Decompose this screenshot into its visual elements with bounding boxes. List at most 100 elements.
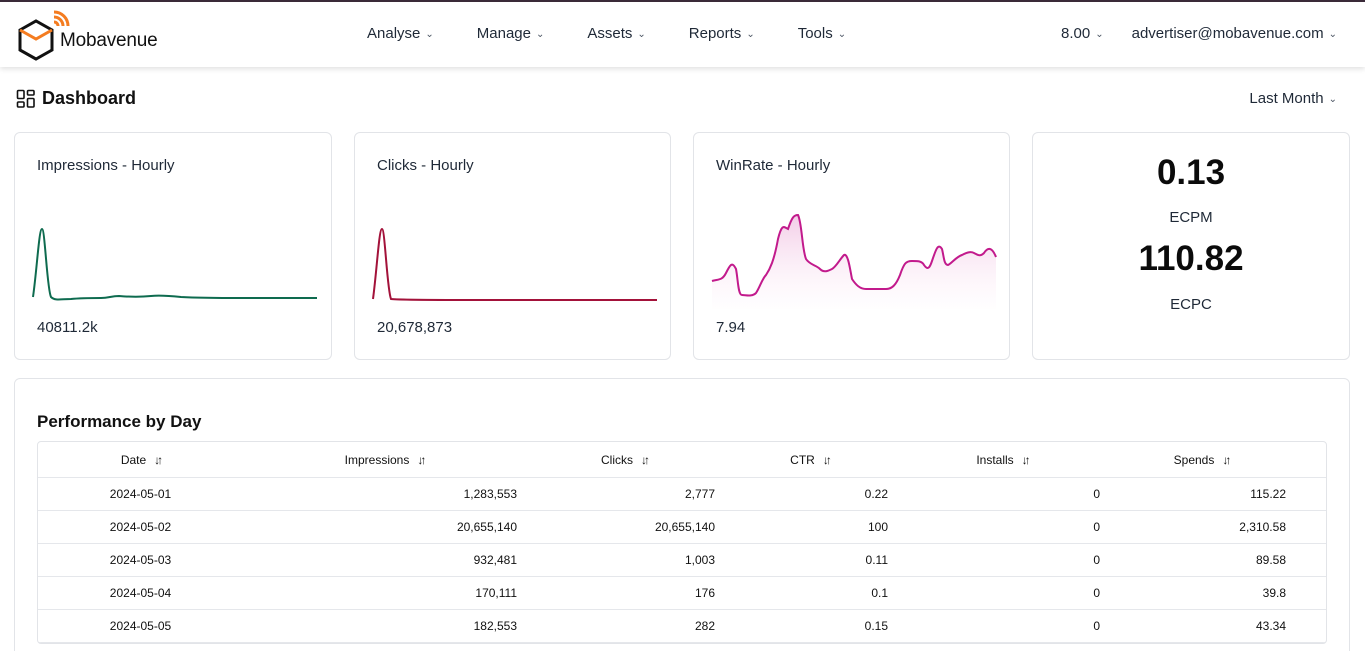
sort-arrows-icon[interactable]: ↓↑ [417,453,426,467]
ecpc-value: 110.82 [1138,239,1244,278]
brand-name: Mobavenue [60,30,158,51]
cell-date: 2024-05-05 [109,619,172,633]
nav-label: Tools [797,25,833,42]
cell-spends: 43.34 [1255,619,1286,633]
table-row: 2024-05-03 932,481 1,003 0.11 0 89.58 [38,544,1326,577]
column-label: CTR [790,452,815,467]
cell-impressions: 182,553 [473,619,517,633]
card-value: 40811.2k [37,319,98,336]
sort-arrows-icon[interactable]: ↓↑ [154,453,163,467]
period-label: Last Month [1249,90,1324,107]
account-dropdown[interactable]: advertiser@mobavenue.com ⌄ [1132,25,1337,42]
cell-date: 2024-05-03 [109,553,172,567]
cell-clicks: 282 [694,619,715,633]
column-header-clicks[interactable]: Clicks ↓↑ [525,453,723,467]
chevron-down-icon: ⌄ [1328,94,1337,105]
nav-item-assets[interactable]: Assets ⌄ [587,25,645,42]
column-header-spends[interactable]: Spends ↓↑ [1108,453,1294,467]
account-menu: 8.00 ⌄ advertiser@mobavenue.com ⌄ [1033,25,1337,42]
card-value: 7.94 [716,319,746,336]
main-menu: Analyse ⌄ Manage ⌄ Assets ⌄ Reports ⌄ Tools ⌄ [367,25,889,42]
table-row: 2024-05-05 182,553 282 0.15 0 43.34 [38,610,1326,643]
cell-impressions: 932,481 [473,553,517,567]
top-navbar: Mobavenue Analyse ⌄ Manage ⌄ Assets ⌄ Repor… [0,2,1365,67]
sort-arrows-icon[interactable]: ↓↑ [641,453,650,467]
chevron-down-icon: ⌄ [1328,29,1337,40]
winrate-card: WinRate - Hourly 7.94 [693,132,1010,360]
chevron-down-icon: ⌄ [746,29,755,40]
column-label: Impressions [344,452,410,467]
nav-label: Assets [587,25,633,42]
chevron-down-icon: ⌄ [637,29,646,40]
column-label: Date [120,452,147,467]
performance-panel: Performance by Day Date ↓↑ Impressions ↓↑ … [14,378,1350,651]
performance-title: Performance by Day [37,412,202,431]
nav-item-reports[interactable]: Reports ⌄ [689,25,755,42]
column-header-ctr[interactable]: CTR ↓↑ [723,453,896,467]
chevron-down-icon: ⌄ [837,29,847,40]
cell-date: 2024-05-04 [109,586,172,600]
nav-label: Analyse [367,25,421,42]
chevron-down-icon: ⌄ [425,29,434,40]
column-header-impressions[interactable]: Impressions ↓↑ [243,453,525,467]
ecpc-label: ECPC [1170,296,1212,313]
chevron-down-icon: ⌄ [535,29,545,40]
nav-item-tools[interactable]: Tools ⌄ [798,25,846,42]
sort-arrows-icon[interactable]: ↓↑ [1022,453,1031,467]
cell-clicks: 2,777 [684,487,715,501]
brand-logo[interactable]: Mobavenue [16,6,166,64]
table-header: Date ↓↑ Impressions ↓↑ Clicks ↓↑ CTR ↓↑ Inst… [38,442,1326,478]
cell-ctr: 0.15 [864,619,888,633]
column-label: Installs [976,452,1014,467]
impressions-sparkline [32,227,317,301]
sort-arrows-icon[interactable]: ↓↑ [1222,453,1231,467]
clicks-sparkline [372,227,657,301]
cell-clicks: 176 [694,586,715,600]
card-title: WinRate - Hourly [716,157,831,174]
balance-dropdown[interactable]: 8.00 ⌄ [1061,25,1104,42]
table-row: 2024-05-01 1,283,553 2,777 0.22 0 115.22 [38,478,1326,511]
cell-installs: 0 [1093,553,1100,567]
chevron-down-icon: ⌄ [1095,29,1104,40]
column-header-installs[interactable]: Installs ↓↑ [896,453,1108,467]
cell-ctr: 0.22 [864,487,888,501]
card-value: 20,678,873 [377,319,453,336]
cell-installs: 0 [1093,619,1100,633]
performance-table: Date ↓↑ Impressions ↓↑ Clicks ↓↑ CTR ↓↑ Inst… [37,441,1327,644]
kpi-card: 0.13 ECPM 110.82 ECPC [1032,132,1350,360]
cell-installs: 0 [1093,520,1100,534]
ecpm-label: ECPM [1169,209,1213,226]
cell-ctr: 100 [867,520,888,534]
sparkline-path [372,227,657,301]
cell-spends: 89.58 [1255,553,1286,567]
cell-impressions: 170,111 [475,586,517,600]
cell-clicks: 1,003 [684,553,715,567]
clicks-card: Clicks - Hourly 20,678,873 [354,132,671,360]
cell-impressions: 1,283,553 [463,487,517,501]
page-title: Dashboard [16,88,136,109]
impressions-card: Impressions - Hourly 40811.2k [14,132,332,360]
cell-installs: 0 [1093,586,1100,600]
cell-date: 2024-05-02 [109,520,172,534]
nav-item-manage[interactable]: Manage ⌄ [477,25,545,42]
balance-value: 8.00 [1061,25,1091,42]
ecpm-value: 0.13 [1156,153,1226,192]
period-dropdown[interactable]: Last Month ⌄ [1249,90,1337,107]
nav-item-analyse[interactable]: Analyse ⌄ [367,25,434,42]
sort-arrows-icon[interactable]: ↓↑ [823,453,832,467]
grid-icon [16,89,35,108]
cell-impressions: 20,655,140 [456,520,517,534]
page-title-text: Dashboard [42,88,137,108]
sparkline-path [32,227,317,301]
column-label: Clicks [601,452,633,467]
nav-label: Reports [688,25,742,42]
cell-spends: 39.8 [1262,586,1286,600]
table-row: 2024-05-04 170,111 176 0.1 0 39.8 [38,577,1326,610]
cell-date: 2024-05-01 [109,487,172,501]
account-email: advertiser@mobavenue.com [1131,25,1324,42]
card-title: Clicks - Hourly [377,157,474,174]
table-row: 2024-05-02 20,655,140 20,655,140 100 0 2… [38,511,1326,544]
column-header-date[interactable]: Date ↓↑ [38,453,243,467]
cell-spends: 115.22 [1250,487,1286,501]
cell-clicks: 20,655,140 [654,520,715,534]
